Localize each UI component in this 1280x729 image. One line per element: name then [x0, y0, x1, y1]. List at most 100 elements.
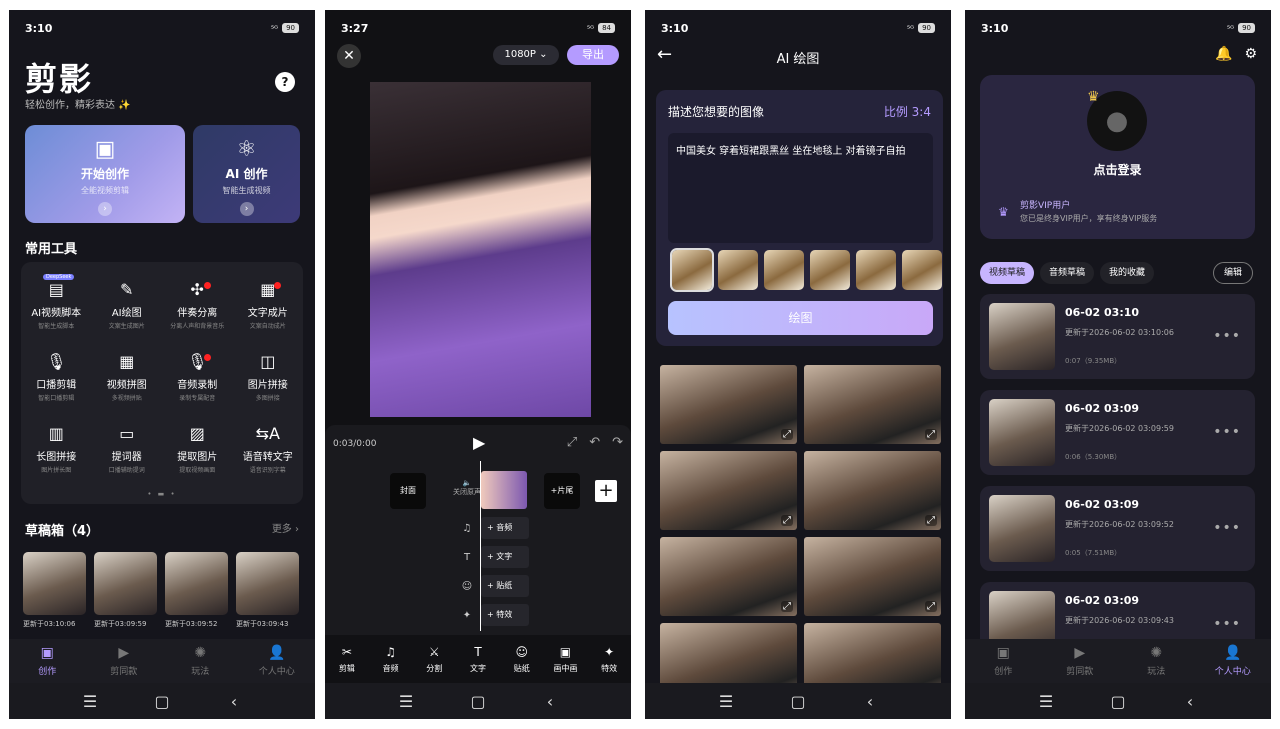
tool-item[interactable]: ⇆A 语音转文字 语音识别字幕	[233, 422, 304, 484]
mute-original-button[interactable]: 🔈 关闭原声	[453, 479, 481, 497]
redo-icon[interactable]: ↷	[612, 435, 623, 450]
style-option[interactable]	[670, 248, 714, 292]
draw-button[interactable]: 绘图	[668, 301, 933, 335]
track-add-button[interactable]: + 音频	[481, 517, 529, 539]
draft-tab[interactable]: 我的收藏	[1100, 262, 1155, 284]
fullscreen-icon[interactable]: ⤢	[567, 435, 577, 450]
tab-item[interactable]: 👤 个人中心	[1195, 639, 1272, 683]
menu-icon[interactable]: ☰	[396, 692, 416, 711]
back-icon[interactable]: ‹	[540, 692, 560, 711]
project-card[interactable]: 06-02 03:10 更新于2026-06-02 03:10:06 0:07（9.…	[980, 294, 1255, 379]
bell-off-icon[interactable]: 🔔	[1215, 46, 1232, 62]
generated-image[interactable]: ⤢	[804, 537, 941, 616]
tab-item[interactable]: ▶ 剪同款	[86, 639, 163, 683]
ratio-select[interactable]: 比例 3:4	[884, 103, 931, 120]
home-icon[interactable]: ▢	[788, 692, 808, 711]
tool-item[interactable]: 🎙 音频录制 录制专属配音	[162, 350, 233, 412]
home-icon[interactable]: ▢	[1108, 692, 1128, 711]
login-card[interactable]: ● ♛ 点击登录 ♛ 剪影VIP用户 您已是终身VIP用户，享有终身VIP服务	[980, 75, 1255, 239]
resolution-select[interactable]: 1080P ⌄	[493, 45, 559, 65]
drafts-more-link[interactable]: 更多 ›	[272, 520, 299, 539]
track-add-button[interactable]: + 贴纸	[481, 575, 529, 597]
cover-button[interactable]: 封面	[390, 473, 426, 509]
add-clip-button[interactable]: +	[595, 480, 617, 502]
draft-tab[interactable]: 视频草稿	[980, 262, 1035, 284]
project-card[interactable]: 06-02 03:09 更新于2026-06-02 03:09:52 0:05（7.…	[980, 486, 1255, 571]
generated-image[interactable]: ⤢	[660, 537, 797, 616]
back-icon[interactable]: ‹	[224, 692, 244, 711]
more-icon[interactable]: •••	[1213, 616, 1241, 632]
project-card[interactable]: 06-02 03:09 更新于2026-06-02 03:09:59 0:06（5.…	[980, 390, 1255, 475]
tool-item[interactable]: ✣ 伴奏分离 分离人声和背景音乐	[162, 278, 233, 340]
editor-tool[interactable]: ✂ 剪辑	[325, 635, 369, 683]
expand-icon[interactable]: ⤢	[781, 515, 793, 526]
tab-item[interactable]: ▣ 创作	[9, 639, 86, 683]
play-icon[interactable]: ▶	[473, 433, 485, 452]
home-icon[interactable]: ▢	[152, 692, 172, 711]
tool-item[interactable]: ▦ 文字成片 文案自动成片	[233, 278, 304, 340]
editor-tool[interactable]: ▣ 画中画	[544, 635, 588, 683]
more-icon[interactable]: •••	[1213, 424, 1241, 440]
tab-item[interactable]: ▣ 创作	[965, 639, 1042, 683]
draft-item[interactable]: 更新于03:09:59	[94, 552, 157, 629]
tool-item[interactable]: ▥ 长图拼接 图片拼长图	[21, 422, 92, 484]
draft-item[interactable]: 更新于03:10:06	[23, 552, 86, 629]
editor-tool[interactable]: ♫ 音频	[369, 635, 413, 683]
back-icon[interactable]: ‹	[860, 692, 880, 711]
style-option[interactable]	[764, 250, 804, 290]
expand-icon[interactable]: ⤢	[925, 429, 937, 440]
menu-icon[interactable]: ☰	[80, 692, 100, 711]
expand-icon[interactable]: ⤢	[925, 601, 937, 612]
generated-image[interactable]: ⤢	[660, 365, 797, 444]
tool-item[interactable]: 🎙 口播剪辑 智能口播剪辑	[21, 350, 92, 412]
tab-item[interactable]: ✺ 玩法	[162, 639, 239, 683]
track-add-button[interactable]: + 特效	[481, 604, 529, 626]
draft-item[interactable]: 更新于03:09:52	[165, 552, 228, 629]
expand-icon[interactable]: ⤢	[925, 515, 937, 526]
expand-icon[interactable]: ⤢	[781, 429, 793, 440]
help-icon[interactable]: ?	[275, 72, 295, 92]
login-text[interactable]: 点击登录	[980, 161, 1255, 178]
edit-button[interactable]: 编辑	[1213, 262, 1253, 284]
style-option[interactable]	[856, 250, 896, 290]
more-icon[interactable]: •••	[1213, 328, 1241, 344]
draft-tab[interactable]: 音频草稿	[1040, 262, 1095, 284]
export-button[interactable]: 导出	[567, 45, 619, 65]
menu-icon[interactable]: ☰	[1036, 692, 1056, 711]
tool-item[interactable]: ▭ 提词器 口播辅助提词	[92, 422, 163, 484]
start-creation-card[interactable]: ▣ 开始创作 全能视频剪辑 ›	[25, 125, 185, 223]
home-icon[interactable]: ▢	[468, 692, 488, 711]
tool-item[interactable]: ✎ AI绘图 文案生成图片	[92, 278, 163, 340]
tool-item[interactable]: ▦ 视频拼图 多视频拼贴	[92, 350, 163, 412]
video-clip[interactable]	[481, 471, 527, 509]
generated-image[interactable]: ⤢	[660, 451, 797, 530]
back-icon[interactable]: ‹	[1180, 692, 1200, 711]
generated-image[interactable]: ⤢	[804, 365, 941, 444]
tool-item[interactable]: ◫ 图片拼接 多图拼接	[233, 350, 304, 412]
gear-icon[interactable]: ⚙	[1244, 46, 1257, 62]
style-option[interactable]	[810, 250, 850, 290]
tab-item[interactable]: ✺ 玩法	[1118, 639, 1195, 683]
undo-icon[interactable]: ↶	[589, 435, 600, 450]
add-ending-button[interactable]: +片尾	[544, 473, 580, 509]
tool-item[interactable]: ▤ AI视频脚本 智能生成脚本 DeepSeek	[21, 274, 92, 340]
editor-tool[interactable]: ✦ 特效	[587, 635, 631, 683]
tab-item[interactable]: 👤 个人中心	[239, 639, 316, 683]
ai-creation-card[interactable]: ⚛ AI 创作 智能生成视频 ›	[193, 125, 300, 223]
more-icon[interactable]: •••	[1213, 520, 1241, 536]
menu-icon[interactable]: ☰	[716, 692, 736, 711]
editor-tool[interactable]: T 文字	[456, 635, 500, 683]
expand-icon[interactable]: ⤢	[781, 601, 793, 612]
tool-item[interactable]: ▨ 提取图片 提取视频画面	[162, 422, 233, 484]
editor-tool-label: 音频	[382, 663, 399, 673]
prompt-input[interactable]: 中国美女 穿着短裙跟黑丝 坐在地毯上 对着镜子自拍	[668, 133, 933, 243]
close-icon[interactable]: ✕	[337, 44, 361, 68]
style-option[interactable]	[718, 250, 758, 290]
style-option[interactable]	[902, 250, 942, 290]
editor-tool[interactable]: ⚔ 分割	[412, 635, 456, 683]
editor-tool[interactable]: ☺ 贴纸	[500, 635, 544, 683]
track-add-button[interactable]: + 文字	[481, 546, 529, 568]
generated-image[interactable]: ⤢	[804, 451, 941, 530]
tab-item[interactable]: ▶ 剪同款	[1042, 639, 1119, 683]
draft-item[interactable]: 更新于03:09:43	[236, 552, 299, 629]
